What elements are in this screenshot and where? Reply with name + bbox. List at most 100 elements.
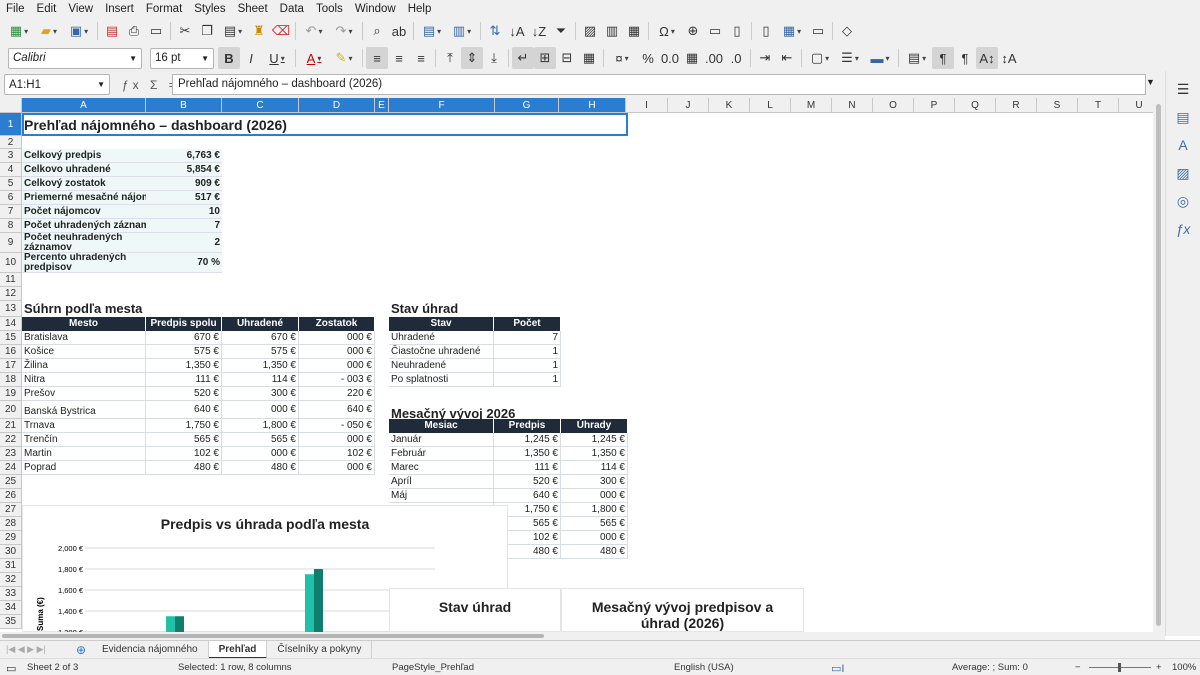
- table-cell[interactable]: 000 €: [561, 531, 628, 545]
- table-cell[interactable]: 000 €: [222, 447, 299, 461]
- table-cell[interactable]: 640 €: [146, 401, 222, 419]
- column-header[interactable]: F: [389, 98, 495, 113]
- table-header[interactable]: Mesiac: [389, 419, 494, 433]
- section-heading[interactable]: Stav úhrad: [389, 301, 573, 317]
- sheet-tab[interactable]: Číselníky a pokyny: [267, 640, 373, 659]
- table-cell[interactable]: 102 €: [299, 447, 375, 461]
- increase-indent-icon[interactable]: ⇥: [754, 47, 776, 69]
- clear-formatting-icon[interactable]: ⌫: [270, 20, 292, 42]
- bar[interactable]: [305, 574, 314, 632]
- font-size-combo[interactable]: 16 pt ▼: [150, 47, 214, 69]
- kpi-label[interactable]: Percento uhradených predpisov: [22, 253, 146, 273]
- horizontal-scrollbar[interactable]: [0, 632, 1165, 640]
- spelling-icon[interactable]: ab: [388, 20, 410, 42]
- table-header[interactable]: Predpis spolu: [146, 317, 222, 331]
- row-header[interactable]: 35: [0, 615, 22, 629]
- table-cell[interactable]: Bratislava: [22, 331, 146, 345]
- table-cell[interactable]: 670 €: [146, 331, 222, 345]
- table-cell[interactable]: 520 €: [146, 387, 222, 401]
- column-icon[interactable]: ▥: [447, 20, 477, 42]
- row-header[interactable]: 23: [0, 447, 22, 461]
- kpi-value[interactable]: 5,854 €: [146, 163, 222, 177]
- row-header[interactable]: 25: [0, 475, 22, 489]
- kpi-value[interactable]: 909 €: [146, 177, 222, 191]
- menu-file[interactable]: File: [6, 3, 25, 15]
- conditional-format-icon[interactable]: ▤: [902, 47, 932, 69]
- table-cell[interactable]: 1,350 €: [494, 447, 561, 461]
- table-cell[interactable]: 1,350 €: [561, 447, 628, 461]
- table-cell[interactable]: 111 €: [494, 461, 561, 475]
- table-cell[interactable]: Po splatnosti: [389, 373, 494, 387]
- number-format-icon[interactable]: 0.0: [659, 47, 681, 69]
- navigator-icon[interactable]: ◎: [1166, 193, 1200, 211]
- row-header[interactable]: 30: [0, 545, 22, 559]
- column-header[interactable]: E: [375, 98, 389, 113]
- table-cell[interactable]: Marec: [389, 461, 494, 475]
- monthly-line-chart[interactable]: Mesačný vývoj predpisov a úhrad (2026): [561, 588, 804, 632]
- percent-format-icon[interactable]: %: [637, 47, 659, 69]
- table-cell[interactable]: Žilina: [22, 359, 146, 373]
- align-top-icon[interactable]: ⤒: [439, 47, 461, 69]
- unmerge-icon[interactable]: ⊟: [556, 47, 578, 69]
- row-header[interactable]: 8: [0, 219, 22, 233]
- left-to-right-icon[interactable]: ¶: [932, 47, 954, 69]
- table-cell[interactable]: Apríl: [389, 475, 494, 489]
- gallery-icon[interactable]: ▨: [1166, 165, 1200, 183]
- row-header[interactable]: 18: [0, 373, 22, 387]
- table-cell[interactable]: 1: [494, 359, 561, 373]
- table-cell[interactable]: Január: [389, 433, 494, 447]
- row-header[interactable]: 34: [0, 601, 22, 615]
- table-cell[interactable]: 575 €: [146, 345, 222, 359]
- column-header[interactable]: R: [996, 98, 1037, 113]
- functions-icon[interactable]: ƒx: [1166, 221, 1200, 239]
- row-header[interactable]: 14: [0, 317, 22, 331]
- menu-insert[interactable]: Insert: [105, 3, 134, 15]
- sort-descending-icon[interactable]: ↓Z: [528, 20, 550, 42]
- align-middle-icon[interactable]: ⇕: [461, 47, 483, 69]
- print-icon[interactable]: ⎙: [123, 20, 145, 42]
- sidebar-menu-icon[interactable]: ☰: [1166, 81, 1200, 99]
- column-header[interactable]: T: [1078, 98, 1119, 113]
- kpi-value[interactable]: 10: [146, 205, 222, 219]
- column-header[interactable]: I: [626, 98, 668, 113]
- row-header[interactable]: 32: [0, 573, 22, 587]
- table-cell[interactable]: 640 €: [494, 489, 561, 503]
- kpi-label[interactable]: Celkový zostatok: [22, 177, 146, 191]
- row-header[interactable]: 33: [0, 587, 22, 601]
- row-header[interactable]: 29: [0, 531, 22, 545]
- language[interactable]: English (USA): [674, 662, 734, 673]
- table-cell[interactable]: 480 €: [561, 545, 628, 559]
- table-cell[interactable]: 520 €: [494, 475, 561, 489]
- kpi-value[interactable]: 517 €: [146, 191, 222, 205]
- kpi-label[interactable]: Počet neuhradených záznamov: [22, 233, 146, 253]
- add-sheet-icon[interactable]: ⊕: [70, 643, 92, 657]
- wrap-text-icon[interactable]: ↵: [512, 47, 534, 69]
- tab-navigation[interactable]: |◀ ◀ ▶ ▶|: [0, 644, 70, 655]
- remove-decimal-icon[interactable]: .0: [725, 47, 747, 69]
- kpi-label[interactable]: Počet nájomcov: [22, 205, 146, 219]
- status-pie-chart[interactable]: Stav úhrad: [389, 588, 561, 632]
- menu-data[interactable]: Data: [280, 3, 304, 15]
- column-header[interactable]: B: [146, 98, 222, 113]
- table-cell[interactable]: 000 €: [561, 489, 628, 503]
- text-direction-icon[interactable]: A↕: [976, 47, 998, 69]
- bar[interactable]: [175, 616, 184, 632]
- table-cell[interactable]: Banská Bystrica: [22, 401, 146, 419]
- insert-image-icon[interactable]: ▨: [579, 20, 601, 42]
- row-header[interactable]: 12: [0, 287, 22, 301]
- show-draw-functions-icon[interactable]: ◇: [836, 20, 858, 42]
- font-name-combo[interactable]: Calibri ▼: [8, 47, 142, 69]
- borders-icon[interactable]: ▢: [805, 47, 835, 69]
- table-cell[interactable]: 640 €: [299, 401, 375, 419]
- expand-formula-icon[interactable]: ▼: [1146, 77, 1155, 87]
- kpi-label[interactable]: Počet uhradených záznamov: [22, 219, 146, 233]
- table-header[interactable]: Počet: [494, 317, 561, 331]
- column-header[interactable]: L: [750, 98, 791, 113]
- table-cell[interactable]: - 050 €: [299, 419, 375, 433]
- freeze-rows-columns-icon[interactable]: ▦: [777, 20, 807, 42]
- hyperlink-icon[interactable]: ⊕: [682, 20, 704, 42]
- table-cell[interactable]: Trnava: [22, 419, 146, 433]
- row-header[interactable]: 1: [0, 113, 22, 136]
- table-cell[interactable]: Uhradené: [389, 331, 494, 345]
- clone-formatting-icon[interactable]: ♜: [248, 20, 270, 42]
